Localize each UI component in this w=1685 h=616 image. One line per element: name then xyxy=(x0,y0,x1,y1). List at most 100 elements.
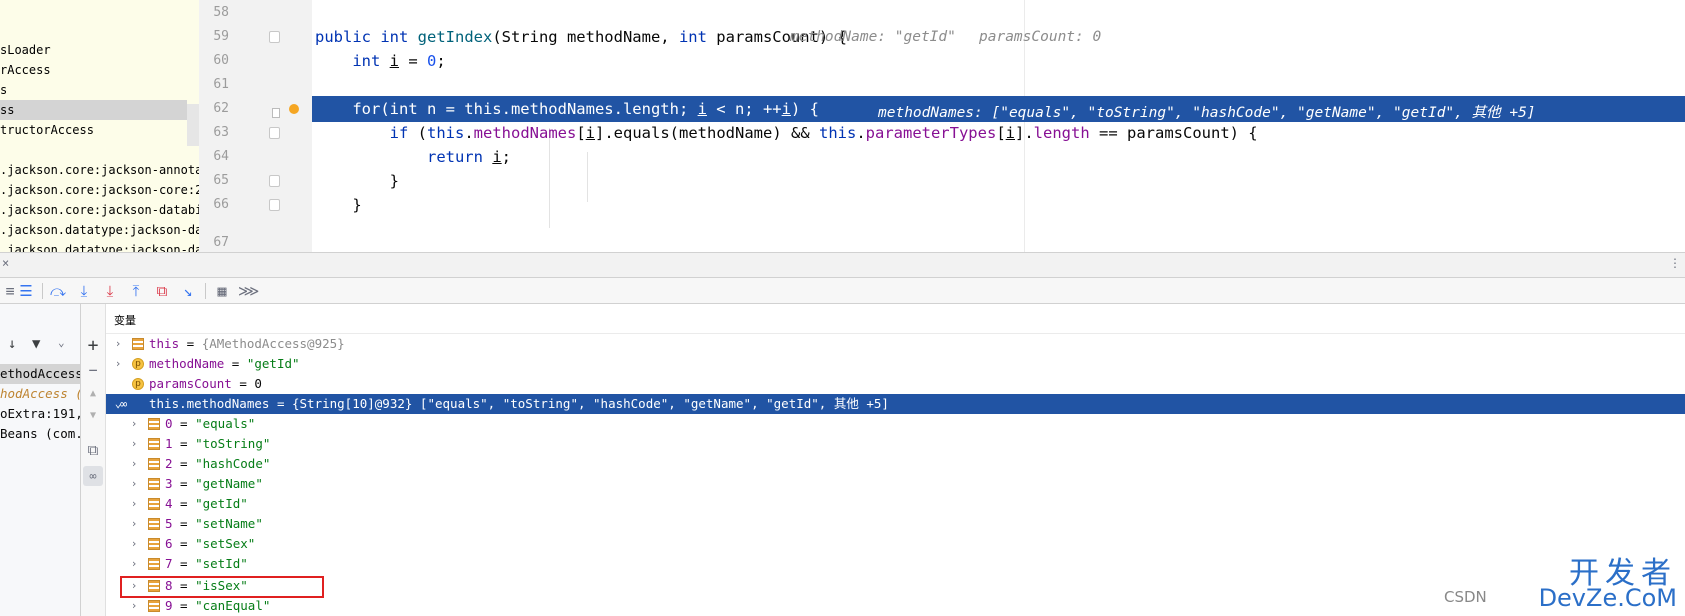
watches-icon[interactable]: ∞ xyxy=(83,466,103,486)
tree-item[interactable]: s xyxy=(0,80,7,100)
step-out-icon[interactable]: ⤒ xyxy=(126,281,146,301)
code-line[interactable]: 67 xyxy=(199,230,1685,252)
variable-row[interactable]: p paramsCount = 0 xyxy=(106,374,1685,394)
debug-tool-window-header[interactable]: × ⋮ xyxy=(0,252,1685,278)
frame-item[interactable]: oExtra:191, xyxy=(0,404,80,424)
variable-name: 0 xyxy=(165,416,173,431)
options-icon[interactable]: ⋮ xyxy=(1669,256,1681,270)
inline-debug-hint: methodName: "getId" xyxy=(790,29,956,45)
add-watch-icon[interactable]: + xyxy=(83,336,103,356)
variable-row[interactable]: › p methodName = "getId" xyxy=(106,354,1685,374)
close-icon[interactable]: × xyxy=(2,256,9,270)
code-text: public int getIndex(String methodName, i… xyxy=(315,28,847,46)
code-line[interactable]: 59 public int getIndex(String methodName… xyxy=(199,24,1685,50)
chevron-right-icon[interactable]: › xyxy=(128,514,140,534)
filter-icon[interactable]: ▼ xyxy=(32,336,40,352)
chevron-right-icon[interactable]: › xyxy=(128,434,140,454)
field-icon xyxy=(148,438,160,450)
current-execution-line[interactable]: for(int n = this.methodNames.length; i <… xyxy=(312,96,1685,122)
array-element-row[interactable]: › 3 = "getName" xyxy=(106,474,1685,494)
array-element-row[interactable]: › 4 = "getId" xyxy=(106,494,1685,514)
variable-row-selected[interactable]: ⌄ ∞ this.methodNames = {String[10]@932} … xyxy=(106,394,1685,414)
code-editor[interactable]: 58 59 public int getIndex(String methodN… xyxy=(199,0,1685,252)
line-number: 58 xyxy=(213,5,229,20)
run-to-cursor-icon[interactable]: ↘ xyxy=(178,281,198,301)
variable-name: 7 xyxy=(165,556,173,571)
frame-item[interactable]: hodAccess (c xyxy=(0,384,80,404)
variables-title: 变量 xyxy=(114,314,136,327)
variable-name: this xyxy=(149,336,180,351)
list-icon[interactable]: ☰ xyxy=(16,281,36,301)
array-element-row[interactable]: › 5 = "setName" xyxy=(106,514,1685,534)
watermark-en: DevZe.CoM xyxy=(1538,584,1677,612)
fold-icon[interactable] xyxy=(269,31,280,43)
force-step-into-icon[interactable]: ⤓ xyxy=(100,281,120,301)
chevron-right-icon[interactable]: › xyxy=(128,554,140,574)
field-icon xyxy=(148,478,160,490)
chevron-right-icon[interactable]: › xyxy=(128,534,140,554)
fold-icon[interactable] xyxy=(269,199,280,211)
step-over-icon[interactable]: ⤼ xyxy=(48,281,68,301)
variable-name: 5 xyxy=(165,516,173,531)
drop-frame-icon[interactable]: ⧉ xyxy=(152,281,172,301)
variable-value: 0 xyxy=(254,376,262,391)
chevron-down-icon[interactable]: ⌄ xyxy=(58,336,65,349)
code-line[interactable]: 63 if (this.methodNames[i].equals(method… xyxy=(199,120,1685,146)
variable-row[interactable]: › this = {AMethodAccess@925} xyxy=(106,334,1685,354)
tree-item[interactable]: .jackson.datatype:jackson-dat xyxy=(0,220,199,240)
chevron-right-icon[interactable]: › xyxy=(128,454,140,474)
bookmark-icon[interactable] xyxy=(272,108,280,118)
tree-item[interactable]: tructorAccess xyxy=(0,120,94,140)
fold-icon[interactable] xyxy=(269,127,280,139)
line-number: 63 xyxy=(213,125,229,140)
chevron-right-icon[interactable]: › xyxy=(128,494,140,514)
move-up-icon[interactable]: ▲ xyxy=(83,384,103,404)
variable-name: 6 xyxy=(165,536,173,551)
variable-value: "hashCode" xyxy=(195,456,271,471)
parameter-icon: p xyxy=(132,378,144,390)
chevron-right-icon[interactable]: › xyxy=(112,334,124,354)
code-line[interactable]: 66 } xyxy=(199,192,1685,218)
copy-icon[interactable]: ⧉ xyxy=(83,440,103,460)
variable-value: {AMethodAccess@925} xyxy=(201,336,345,351)
evaluate-icon[interactable]: ▦ xyxy=(212,281,232,301)
variable-value: "setSex" xyxy=(195,536,256,551)
execution-point-icon[interactable] xyxy=(289,104,299,114)
line-number: 67 xyxy=(213,235,229,250)
chevron-right-icon[interactable]: › xyxy=(128,414,140,434)
tree-item-selected[interactable]: ss xyxy=(0,100,187,120)
remove-watch-icon[interactable]: − xyxy=(83,360,103,380)
field-icon xyxy=(148,518,160,530)
step-into-icon[interactable]: ⤓ xyxy=(74,281,94,301)
inline-debug-hint: paramsCount: 0 xyxy=(979,29,1102,45)
frame-item[interactable]: Beans (com.z xyxy=(0,424,80,444)
code-line[interactable]: 60 int i = 0; xyxy=(199,48,1685,74)
code-line[interactable]: 61 xyxy=(199,72,1685,98)
frame-item-selected[interactable]: ethodAccess xyxy=(0,364,80,384)
chevron-right-icon[interactable]: › xyxy=(112,354,124,374)
watch-icon: ∞ xyxy=(120,397,128,411)
tree-item[interactable]: .jackson.core:jackson-databir xyxy=(0,200,199,220)
code-line[interactable]: 65 } xyxy=(199,168,1685,194)
tree-item[interactable]: sLoader xyxy=(0,40,51,60)
tree-item[interactable]: .jackson.datatype:jackson-dat xyxy=(0,240,199,252)
tree-scrollbar[interactable] xyxy=(187,104,199,146)
code-line[interactable]: 58 xyxy=(199,0,1685,26)
line-number: 61 xyxy=(213,77,229,92)
chevron-right-icon[interactable]: › xyxy=(128,474,140,494)
trace-icon[interactable]: ⋙ xyxy=(238,281,259,301)
chevron-right-icon[interactable]: › xyxy=(128,596,140,616)
move-down-icon[interactable]: ▼ xyxy=(83,406,103,426)
code-line[interactable]: 64 return i; xyxy=(199,144,1685,170)
fold-icon[interactable] xyxy=(269,175,280,187)
tree-item[interactable]: .jackson.core:jackson-annotat xyxy=(0,160,199,180)
arrow-down-icon[interactable]: ↓ xyxy=(8,336,16,352)
tree-item[interactable]: .jackson.core:jackson-core:2 xyxy=(0,180,199,200)
tree-item[interactable]: rAccess xyxy=(0,60,51,80)
variables-header: 变量 xyxy=(106,304,1685,334)
field-icon xyxy=(148,458,160,470)
array-element-row[interactable]: › 1 = "toString" xyxy=(106,434,1685,454)
line-number: 62 xyxy=(213,101,229,116)
array-element-row[interactable]: › 2 = "hashCode" xyxy=(106,454,1685,474)
array-element-row[interactable]: › 0 = "equals" xyxy=(106,414,1685,434)
